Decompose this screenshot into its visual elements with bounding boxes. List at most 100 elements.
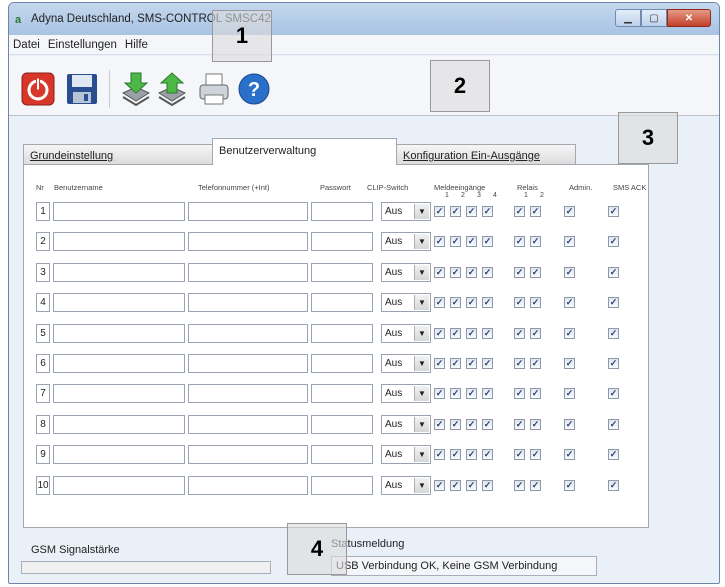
checkbox-melde-2[interactable]: ✓ bbox=[450, 297, 461, 309]
phone-field[interactable] bbox=[188, 202, 308, 221]
checkbox-admin[interactable]: ✓ bbox=[564, 327, 575, 339]
upload-button[interactable] bbox=[153, 70, 191, 108]
clip-switch-select[interactable]: Aus ▼ bbox=[381, 323, 431, 343]
phone-field[interactable] bbox=[188, 475, 308, 495]
checkbox-admin[interactable]: ✓ bbox=[564, 418, 575, 430]
phone-field[interactable] bbox=[188, 445, 308, 465]
tab-benutzerverwaltung[interactable]: Benutzerverwaltung bbox=[212, 138, 397, 165]
checkbox-sms-ack[interactable]: ✓ bbox=[608, 206, 619, 217]
checkbox-melde-2[interactable]: ✓ bbox=[450, 479, 461, 491]
clip-switch-select[interactable]: Aus ▼ bbox=[381, 475, 431, 495]
username-field[interactable] bbox=[53, 293, 185, 313]
checkbox-relais-1[interactable]: ✓ bbox=[514, 418, 525, 430]
checkbox-melde-3[interactable]: ✓ bbox=[466, 236, 477, 248]
checkbox-melde-1[interactable]: ✓ bbox=[434, 297, 445, 309]
checkbox-relais-1[interactable]: ✓ bbox=[514, 449, 525, 461]
username-field[interactable] bbox=[53, 475, 185, 495]
checkbox-sms-ack[interactable]: ✓ bbox=[608, 418, 619, 430]
phone-field[interactable] bbox=[188, 323, 308, 343]
checkbox-relais-2[interactable]: ✓ bbox=[530, 358, 541, 369]
clip-switch-select[interactable]: Aus ▼ bbox=[381, 384, 431, 404]
password-field[interactable] bbox=[311, 232, 373, 252]
checkbox-relais-1[interactable]: ✓ bbox=[514, 266, 525, 278]
checkbox-melde-3[interactable]: ✓ bbox=[466, 388, 477, 400]
menu-datei[interactable]: Datei bbox=[13, 39, 40, 51]
password-field[interactable] bbox=[311, 384, 373, 404]
password-field[interactable] bbox=[311, 323, 373, 343]
clip-switch-select[interactable]: Aus ▼ bbox=[381, 354, 431, 373]
username-field[interactable] bbox=[53, 414, 185, 434]
checkbox-relais-2[interactable]: ✓ bbox=[530, 266, 541, 278]
checkbox-relais-2[interactable]: ✓ bbox=[530, 327, 541, 339]
checkbox-melde-1[interactable]: ✓ bbox=[434, 266, 445, 278]
checkbox-admin[interactable]: ✓ bbox=[564, 236, 575, 248]
checkbox-admin[interactable]: ✓ bbox=[564, 266, 575, 278]
maximize-button[interactable]: ▢ bbox=[641, 9, 667, 27]
checkbox-relais-2[interactable]: ✓ bbox=[530, 297, 541, 309]
checkbox-melde-3[interactable]: ✓ bbox=[466, 479, 477, 491]
checkbox-sms-ack[interactable]: ✓ bbox=[608, 388, 619, 400]
checkbox-melde-2[interactable]: ✓ bbox=[450, 358, 461, 369]
phone-field[interactable] bbox=[188, 232, 308, 252]
username-field[interactable] bbox=[53, 384, 185, 404]
checkbox-melde-1[interactable]: ✓ bbox=[434, 236, 445, 248]
save-button[interactable] bbox=[63, 70, 101, 108]
username-field[interactable] bbox=[53, 354, 185, 373]
username-field[interactable] bbox=[53, 202, 185, 221]
checkbox-melde-3[interactable]: ✓ bbox=[466, 297, 477, 309]
checkbox-sms-ack[interactable]: ✓ bbox=[608, 297, 619, 309]
phone-field[interactable] bbox=[188, 384, 308, 404]
clip-switch-select[interactable]: Aus ▼ bbox=[381, 232, 431, 252]
checkbox-melde-4[interactable]: ✓ bbox=[482, 388, 493, 400]
checkbox-melde-4[interactable]: ✓ bbox=[482, 297, 493, 309]
phone-field[interactable] bbox=[188, 414, 308, 434]
checkbox-melde-1[interactable]: ✓ bbox=[434, 358, 445, 369]
phone-field[interactable] bbox=[188, 293, 308, 313]
checkbox-admin[interactable]: ✓ bbox=[564, 449, 575, 461]
checkbox-relais-1[interactable]: ✓ bbox=[514, 327, 525, 339]
tab-grundeinstellung[interactable]: Grundeinstellung bbox=[23, 144, 213, 164]
clip-switch-select[interactable]: Aus ▼ bbox=[381, 414, 431, 434]
checkbox-melde-3[interactable]: ✓ bbox=[466, 449, 477, 461]
checkbox-melde-1[interactable]: ✓ bbox=[434, 418, 445, 430]
password-field[interactable] bbox=[311, 354, 373, 373]
checkbox-sms-ack[interactable]: ✓ bbox=[608, 479, 619, 491]
checkbox-relais-1[interactable]: ✓ bbox=[514, 479, 525, 491]
help-button[interactable]: ? bbox=[235, 70, 273, 108]
checkbox-melde-3[interactable]: ✓ bbox=[466, 358, 477, 369]
password-field[interactable] bbox=[311, 262, 373, 282]
checkbox-melde-3[interactable]: ✓ bbox=[466, 206, 477, 217]
checkbox-melde-3[interactable]: ✓ bbox=[466, 418, 477, 430]
password-field[interactable] bbox=[311, 475, 373, 495]
checkbox-melde-2[interactable]: ✓ bbox=[450, 388, 461, 400]
checkbox-admin[interactable]: ✓ bbox=[564, 358, 575, 369]
username-field[interactable] bbox=[53, 232, 185, 252]
checkbox-relais-2[interactable]: ✓ bbox=[530, 206, 541, 217]
checkbox-melde-4[interactable]: ✓ bbox=[482, 236, 493, 248]
checkbox-melde-4[interactable]: ✓ bbox=[482, 479, 493, 491]
close-button[interactable]: ✕ bbox=[667, 9, 711, 27]
checkbox-melde-2[interactable]: ✓ bbox=[450, 418, 461, 430]
checkbox-sms-ack[interactable]: ✓ bbox=[608, 358, 619, 369]
minimize-button[interactable]: ▁ bbox=[615, 9, 641, 27]
phone-field[interactable] bbox=[188, 354, 308, 373]
username-field[interactable] bbox=[53, 323, 185, 343]
checkbox-relais-2[interactable]: ✓ bbox=[530, 388, 541, 400]
clip-switch-select[interactable]: Aus ▼ bbox=[381, 262, 431, 282]
checkbox-melde-4[interactable]: ✓ bbox=[482, 418, 493, 430]
menu-einstellungen[interactable]: Einstellungen bbox=[48, 39, 117, 51]
checkbox-sms-ack[interactable]: ✓ bbox=[608, 266, 619, 278]
checkbox-relais-1[interactable]: ✓ bbox=[514, 388, 525, 400]
checkbox-melde-2[interactable]: ✓ bbox=[450, 206, 461, 217]
checkbox-relais-1[interactable]: ✓ bbox=[514, 358, 525, 369]
checkbox-relais-2[interactable]: ✓ bbox=[530, 418, 541, 430]
checkbox-relais-1[interactable]: ✓ bbox=[514, 206, 525, 217]
phone-field[interactable] bbox=[188, 262, 308, 282]
checkbox-melde-2[interactable]: ✓ bbox=[450, 236, 461, 248]
checkbox-admin[interactable]: ✓ bbox=[564, 479, 575, 491]
checkbox-melde-2[interactable]: ✓ bbox=[450, 327, 461, 339]
username-field[interactable] bbox=[53, 445, 185, 465]
checkbox-melde-2[interactable]: ✓ bbox=[450, 449, 461, 461]
checkbox-relais-2[interactable]: ✓ bbox=[530, 479, 541, 491]
checkbox-melde-1[interactable]: ✓ bbox=[434, 449, 445, 461]
